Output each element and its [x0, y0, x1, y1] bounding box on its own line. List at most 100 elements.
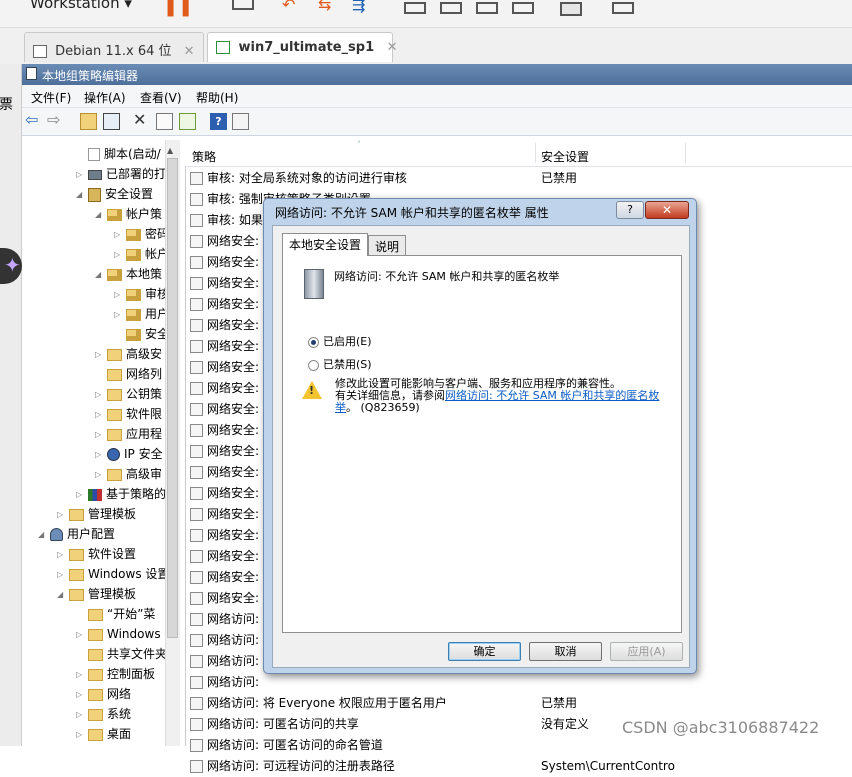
- unity-icon[interactable]: [512, 2, 534, 14]
- table-row[interactable]: 网络安全:: [190, 462, 259, 483]
- tree-scroll-thumb[interactable]: [167, 158, 178, 638]
- tree-node[interactable]: ◢ 用户配置: [38, 524, 115, 544]
- tree-node-label[interactable]: 本地策: [126, 267, 162, 281]
- tree-node-label[interactable]: 管理模板: [88, 507, 136, 521]
- tree-node-label[interactable]: 安全设置: [105, 187, 153, 201]
- table-row[interactable]: 审核: 如果: [190, 210, 263, 231]
- tree-node[interactable]: 安全: [114, 324, 165, 344]
- expand-arrow-icon[interactable]: ▷: [114, 245, 126, 265]
- tree-node[interactable]: ▷ 控制面板: [76, 664, 155, 684]
- expand-arrow-icon[interactable]: ▷: [95, 385, 107, 405]
- table-row[interactable]: 网络访问: 可匿名访问的共享: [190, 714, 359, 735]
- close-button[interactable]: ✕: [645, 201, 689, 219]
- tree-node[interactable]: 共享文件夹: [76, 644, 165, 664]
- table-row[interactable]: 网络安全:: [190, 315, 259, 336]
- fullscreen-icon[interactable]: [476, 2, 498, 14]
- tree-node[interactable]: ▷ 管理模板: [57, 504, 136, 524]
- pause-icon[interactable]: ❚❚: [163, 0, 193, 17]
- table-row[interactable]: 网络访问:: [190, 672, 259, 693]
- expand-arrow-icon[interactable]: ▷: [57, 545, 69, 565]
- tree-node[interactable]: 网络列: [95, 364, 162, 384]
- thumbnail-icon[interactable]: [440, 2, 462, 14]
- disabled-label[interactable]: 已禁用(S): [323, 358, 372, 371]
- tree-node[interactable]: 脚本(启动/: [76, 144, 161, 164]
- tree-node[interactable]: ▷ 软件限: [95, 404, 162, 424]
- table-row[interactable]: 网络安全:: [190, 231, 259, 252]
- table-row[interactable]: 网络安全:: [190, 420, 259, 441]
- help-button[interactable]: ?: [616, 201, 644, 219]
- table-row[interactable]: 网络访问: 可远程访问的注册表路径: [190, 756, 395, 777]
- tree-node-label[interactable]: 已部署的打: [106, 167, 165, 181]
- tree-node[interactable]: ▷ Windows: [76, 624, 161, 644]
- tree-node[interactable]: ◢ 本地策: [95, 264, 162, 284]
- tree-node-label[interactable]: 网络: [107, 687, 131, 701]
- scroll-up-icon[interactable]: ▲: [167, 146, 173, 155]
- table-row[interactable]: 网络安全:: [190, 294, 259, 315]
- export-list-icon[interactable]: [179, 113, 196, 130]
- collapse-arrow-icon[interactable]: ◢: [95, 265, 107, 285]
- tab-win7[interactable]: win7_ultimate_sp1 ✕: [207, 32, 398, 62]
- column-security-setting[interactable]: 安全设置: [541, 148, 589, 165]
- expand-arrow-icon[interactable]: ▷: [76, 705, 88, 725]
- tree-node-label[interactable]: 网络列: [126, 367, 162, 381]
- cancel-button[interactable]: 取消: [529, 642, 602, 661]
- tree-node[interactable]: ▷ Windows 设置: [57, 564, 165, 584]
- expand-arrow-icon[interactable]: ▷: [76, 725, 88, 745]
- tree-node[interactable]: ◢ 管理模板: [57, 584, 136, 604]
- tree-node-label[interactable]: 帐户策: [126, 207, 162, 221]
- tree-node-label[interactable]: 共享文件夹: [107, 647, 165, 661]
- forward-icon[interactable]: ⇨: [47, 110, 64, 129]
- stretch-icon[interactable]: [612, 2, 634, 14]
- tree-node[interactable]: ▷ 高级安: [95, 344, 162, 364]
- table-row[interactable]: 网络安全:: [190, 441, 259, 462]
- tree-node-label[interactable]: 基于策略的: [106, 487, 165, 501]
- menu-file[interactable]: 文件(F): [31, 89, 71, 106]
- tree-node[interactable]: ▷ 网络: [76, 684, 131, 704]
- tree-node[interactable]: ▷ 帐户: [114, 244, 165, 264]
- expand-arrow-icon[interactable]: ▷: [114, 225, 126, 245]
- tree-node-label[interactable]: 管理模板: [88, 587, 136, 601]
- table-row[interactable]: 网络安全:: [190, 336, 259, 357]
- tree-node[interactable]: ▷ 软件设置: [57, 544, 136, 564]
- table-row[interactable]: 审核: 对全局系统对象的访问进行审核: [190, 168, 407, 189]
- tree-node[interactable]: ▷ 桌面: [76, 724, 131, 744]
- expand-arrow-icon[interactable]: ▷: [76, 625, 88, 645]
- expand-arrow-icon[interactable]: ▷: [95, 445, 107, 465]
- ok-button[interactable]: 确定: [448, 642, 521, 661]
- tree-node-label[interactable]: 公钥策: [126, 387, 162, 401]
- send-keys-icon[interactable]: [232, 0, 254, 10]
- back-icon[interactable]: ⇦: [25, 110, 42, 129]
- column-policy[interactable]: 策略: [192, 148, 216, 165]
- tree-node[interactable]: ▷ 密码: [114, 224, 165, 244]
- snapshot-manager-icon[interactable]: ⇆: [318, 0, 340, 14]
- menu-view[interactable]: 查看(V): [140, 89, 182, 106]
- tree-node-label[interactable]: 软件设置: [88, 547, 136, 561]
- menu-action[interactable]: 操作(A): [84, 89, 126, 106]
- vmware-app-menu[interactable]: Workstation ▾: [30, 0, 132, 12]
- tree-node-label[interactable]: Windows: [107, 627, 161, 641]
- apply-button[interactable]: 应用(A): [610, 642, 683, 661]
- tree-node[interactable]: ▷ IP 安全: [95, 444, 163, 464]
- delete-icon[interactable]: ✕: [133, 110, 150, 129]
- sidebar-toggle-icon[interactable]: [404, 2, 426, 14]
- table-row[interactable]: 网络安全:: [190, 399, 259, 420]
- disabled-radio[interactable]: 已禁用(S): [308, 356, 372, 372]
- expand-arrow-icon[interactable]: ▷: [76, 685, 88, 705]
- expand-arrow-icon[interactable]: ▷: [114, 305, 126, 325]
- close-icon[interactable]: ✕: [184, 44, 195, 59]
- help-icon[interactable]: ?: [210, 113, 227, 130]
- tree-node-label[interactable]: 用户: [145, 307, 165, 321]
- collapse-arrow-icon[interactable]: ◢: [57, 585, 69, 605]
- tree-node-label[interactable]: 应用程: [126, 427, 162, 441]
- table-row[interactable]: 网络安全:: [190, 273, 259, 294]
- tree-node-label[interactable]: 软件限: [126, 407, 162, 421]
- close-icon[interactable]: ✕: [387, 40, 398, 55]
- table-row[interactable]: 网络访问:: [190, 609, 259, 630]
- tree-node[interactable]: ▷ 基于策略的: [76, 484, 165, 504]
- tree-node[interactable]: ◢ 安全设置: [76, 184, 153, 204]
- table-row[interactable]: 网络访问: 将 Everyone 权限应用于匿名用户: [190, 693, 447, 714]
- expand-arrow-icon[interactable]: ▷: [114, 285, 126, 305]
- table-row[interactable]: 网络安全:: [190, 546, 259, 567]
- tree-node-label[interactable]: 帐户: [145, 247, 165, 261]
- radio-indicator[interactable]: [308, 359, 319, 371]
